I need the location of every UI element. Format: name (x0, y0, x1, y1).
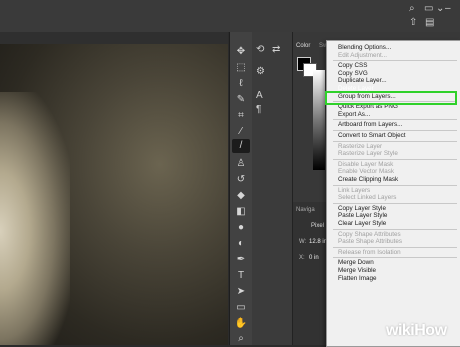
menu-item-artboard-from-layers[interactable]: Artboard from Layers... (338, 121, 402, 129)
stamp-tool-icon[interactable]: ♙ (232, 157, 250, 171)
panel-layout-icon[interactable]: ▤ (425, 17, 434, 29)
menu-item-edit-adjustment: Edit Adjustment... (338, 51, 388, 59)
menu-item-flatten-image[interactable]: Flatten Image (338, 275, 377, 283)
tab-color[interactable]: Color (296, 43, 310, 49)
chevron-down-icon[interactable]: ⌄ (436, 3, 444, 15)
width-label: W: (299, 239, 307, 245)
menu-item-rasterize-layer-style: Rasterize Layer Style (338, 150, 398, 158)
workspace-icon[interactable]: ▭ (424, 3, 433, 15)
arrange-icon[interactable]: ⇄ (272, 44, 280, 56)
menu-item-create-clipping-mask[interactable]: Create Clipping Mask (338, 176, 398, 184)
width-value[interactable]: 12.8 in (309, 239, 327, 245)
eraser-tool-icon[interactable]: ◆ (232, 189, 250, 203)
brush-tool-icon[interactable]: / (232, 139, 250, 153)
crop-tool-icon[interactable]: ⌗ (232, 109, 250, 123)
move-tool-icon[interactable]: ✥ (232, 45, 250, 59)
quick-select-tool-icon[interactable]: ✎ (232, 93, 250, 107)
watermark-how: How (414, 322, 447, 339)
x-value[interactable]: 0 in (309, 255, 319, 261)
menu-item-clear-layer-style[interactable]: Clear Layer Style (338, 220, 386, 228)
color-picker-slider[interactable] (313, 70, 325, 170)
type-tool-icon[interactable]: T (232, 269, 250, 283)
blur-tool-icon[interactable]: ● (232, 221, 250, 235)
menu-separator (333, 228, 457, 230)
menu-separator (333, 119, 457, 121)
menu-separator (333, 202, 457, 204)
eyedropper-tool-icon[interactable]: ⁄ (232, 125, 250, 139)
menu-separator (333, 184, 457, 186)
menu-item-export-as[interactable]: Export As... (338, 111, 370, 119)
menu-item-select-linked-layers: Select Linked Layers (338, 194, 397, 202)
tab-properties[interactable]: Pixel (311, 223, 324, 229)
tab-navigator[interactable]: Naviga (296, 207, 315, 213)
lasso-tool-icon[interactable]: ℓ (232, 77, 250, 91)
character-panel-icon[interactable]: A (256, 90, 263, 102)
share-icon[interactable]: ⇧ (409, 17, 417, 29)
layer-context-menu: Blending Options... Edit Adjustment... Cop… (326, 40, 460, 347)
minimize-icon[interactable]: – (445, 3, 451, 15)
wikihow-watermark: wikiHow (386, 322, 447, 340)
collapsed-panels-strip: ⟲ ⇄ ⚙ A ¶ (252, 32, 293, 345)
menu-separator (333, 140, 457, 142)
delete-layer-highlight-box (325, 91, 457, 105)
menu-separator (333, 246, 457, 248)
dodge-tool-icon[interactable]: ◐ (232, 237, 250, 251)
photo-hair-region (0, 92, 70, 345)
menu-separator (333, 257, 457, 259)
menu-item-release-from-isolation: Release from Isolation (338, 248, 401, 256)
history-brush-tool-icon[interactable]: ↺ (232, 173, 250, 187)
menu-separator (333, 60, 457, 62)
path-select-tool-icon[interactable]: ➤ (232, 285, 250, 299)
menu-item-convert-to-smart-object[interactable]: Convert to Smart Object (338, 132, 406, 140)
history-panel-icon[interactable]: ⟲ (256, 44, 264, 56)
marquee-tool-icon[interactable]: ⬚ (232, 61, 250, 75)
paragraph-panel-icon[interactable]: ¶ (256, 104, 261, 116)
tools-panel: ✥ ⬚ ℓ ✎ ⌗ ⁄ ✚ / ♙ ↺ ◆ ◧ ● ◐ ✒ T ➤ ▭ ✋ ⌕ (229, 32, 253, 345)
rectangle-tool-icon[interactable]: ▭ (232, 301, 250, 315)
paint-bucket-tool-icon[interactable]: ◧ (232, 205, 250, 219)
menu-separator (333, 130, 457, 131)
menu-item-paste-shape-attributes: Paste Shape Attributes (338, 238, 403, 246)
search-icon[interactable]: ⌕ (409, 3, 415, 15)
zoom-tool-icon[interactable]: ⌕ (232, 332, 250, 346)
properties-panel-icon[interactable]: ⚙ (256, 66, 265, 78)
x-label: X: (299, 255, 305, 261)
watermark-wiki: wiki (386, 322, 415, 339)
app-top-bar: ⌕ ▭ ⌄ ⇧ ▤ – (0, 0, 460, 33)
hand-tool-icon[interactable]: ✋ (232, 317, 250, 331)
menu-separator (333, 158, 457, 160)
pen-tool-icon[interactable]: ✒ (232, 253, 250, 267)
